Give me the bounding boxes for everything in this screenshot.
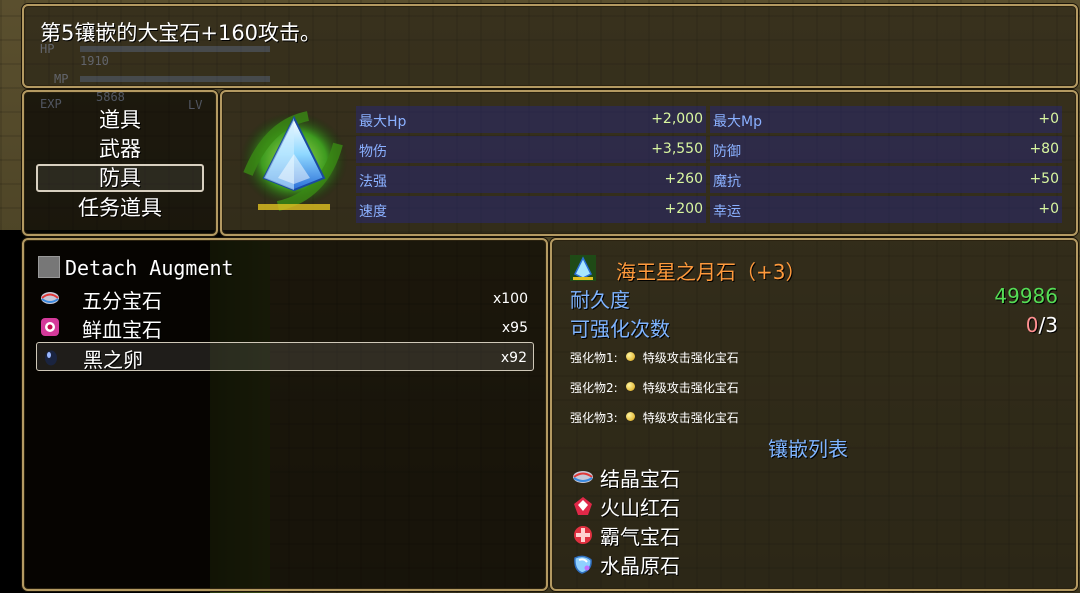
stat-label: 物伤 xyxy=(359,144,387,160)
detach-augment-checkbox[interactable] xyxy=(38,256,60,278)
gold-coin-icon xyxy=(625,352,635,361)
stat-value: +0 xyxy=(1038,111,1059,127)
enhance-max: /3 xyxy=(1038,313,1058,337)
item-name: 鲜血宝石 xyxy=(82,318,162,342)
stat-row-magic-resist: 魔抗 +50 xyxy=(710,166,1062,193)
stat-value: +200 xyxy=(664,201,703,217)
stat-value: +2,000 xyxy=(651,111,703,127)
socket-list-title: 镶嵌列表 xyxy=(768,437,848,461)
stat-value: +0 xyxy=(1038,201,1059,217)
socket-gem-name: 火山红石 xyxy=(600,496,680,520)
stat-row-defense: 防御 +80 xyxy=(710,136,1062,163)
socket-gem-name: 结晶宝石 xyxy=(600,467,680,491)
stat-value: +260 xyxy=(664,171,703,187)
moonstone-small-icon xyxy=(570,255,596,281)
domineering-gem-icon xyxy=(574,526,592,544)
detach-augment-label[interactable]: Detach Augment xyxy=(65,256,234,280)
category-weapons[interactable]: 武器 xyxy=(36,135,204,163)
stat-row-magic-power: 法强 +260 xyxy=(356,166,706,193)
hud-exp-value: 5868 xyxy=(96,90,125,104)
stat-row-max-mp: 最大Mp +0 xyxy=(710,106,1062,133)
stat-row-physical-damage: 物伤 +3,550 xyxy=(356,136,706,163)
volcano-red-stone-icon xyxy=(574,497,592,515)
gold-coin-icon xyxy=(625,382,635,391)
stat-label: 防御 xyxy=(713,144,741,160)
enhance-used: 0 xyxy=(1025,313,1039,337)
enhance-count: 0/3 xyxy=(1026,313,1058,337)
enhance-count-label: 可强化次数 xyxy=(570,317,670,341)
stat-row-luck: 幸运 +0 xyxy=(710,196,1062,223)
stat-row-speed: 速度 +200 xyxy=(356,196,706,223)
enhancement-name: 特级攻击强化宝石 xyxy=(642,411,739,425)
hud-mp-label: MP xyxy=(54,72,69,86)
item-name: 黑之卵 xyxy=(83,348,143,372)
black-egg-icon xyxy=(45,350,57,366)
enhancement-name: 特级攻击强化宝石 xyxy=(642,351,739,365)
blood-gem-icon xyxy=(41,318,59,336)
item-quantity: x92 xyxy=(500,350,527,366)
stat-label: 魔抗 xyxy=(713,174,741,190)
category-armor[interactable]: 防具 xyxy=(36,164,204,192)
stat-label: 最大Hp xyxy=(359,114,407,130)
hud-mp-bar xyxy=(80,76,270,82)
stat-label: 最大Mp xyxy=(713,114,762,130)
raw-crystal-icon xyxy=(574,555,592,574)
stat-label: 速度 xyxy=(359,204,387,220)
enhancement-slot-label: 强化物2: xyxy=(570,381,618,395)
enhancement-slot: 强化物2: 特级攻击强化宝石 xyxy=(570,379,739,396)
stat-label: 法强 xyxy=(359,174,387,190)
enhancement-slot-label: 强化物3: xyxy=(570,411,618,425)
stat-row-max-hp: 最大Hp +2,000 xyxy=(356,106,706,133)
category-items[interactable]: 道具 xyxy=(36,106,204,134)
stat-value: +3,550 xyxy=(651,141,703,157)
inventory-item[interactable]: 五分宝石 x100 xyxy=(36,284,534,313)
stat-value: +80 xyxy=(1029,141,1059,157)
durability-label: 耐久度 xyxy=(570,288,630,312)
hud-hp-value: 1910 xyxy=(80,54,109,68)
crystal-gem-icon xyxy=(573,471,593,483)
gold-coin-icon xyxy=(625,412,635,421)
enhancement-slot: 强化物3: 特级攻击强化宝石 xyxy=(570,409,739,426)
item-name: 五分宝石 xyxy=(82,289,162,313)
help-text: 第5镶嵌的大宝石+160攻击。 xyxy=(40,21,322,45)
enhancement-slot: 强化物1: 特级攻击强化宝石 xyxy=(570,349,739,366)
category-quest-items[interactable]: 任务道具 xyxy=(36,194,204,222)
inventory-item-selected[interactable]: 黑之卵 x92 xyxy=(36,342,534,372)
swirl-gem-icon xyxy=(41,292,59,304)
item-title: 海王星之月石（+3） xyxy=(616,260,806,284)
enhancement-name: 特级攻击强化宝石 xyxy=(642,381,739,395)
moonstone-gem-icon xyxy=(240,111,348,211)
item-quantity: x95 xyxy=(501,320,528,336)
stat-label: 幸运 xyxy=(713,204,741,220)
item-quantity: x100 xyxy=(492,291,528,307)
socket-gem-name: 霸气宝石 xyxy=(600,525,680,549)
stat-value: +50 xyxy=(1029,171,1059,187)
socket-gem-name: 水晶原石 xyxy=(600,554,680,578)
enhancement-slot-label: 强化物1: xyxy=(570,351,618,365)
inventory-item[interactable]: 鲜血宝石 x95 xyxy=(36,313,534,342)
durability-value: 49986 xyxy=(994,284,1058,308)
